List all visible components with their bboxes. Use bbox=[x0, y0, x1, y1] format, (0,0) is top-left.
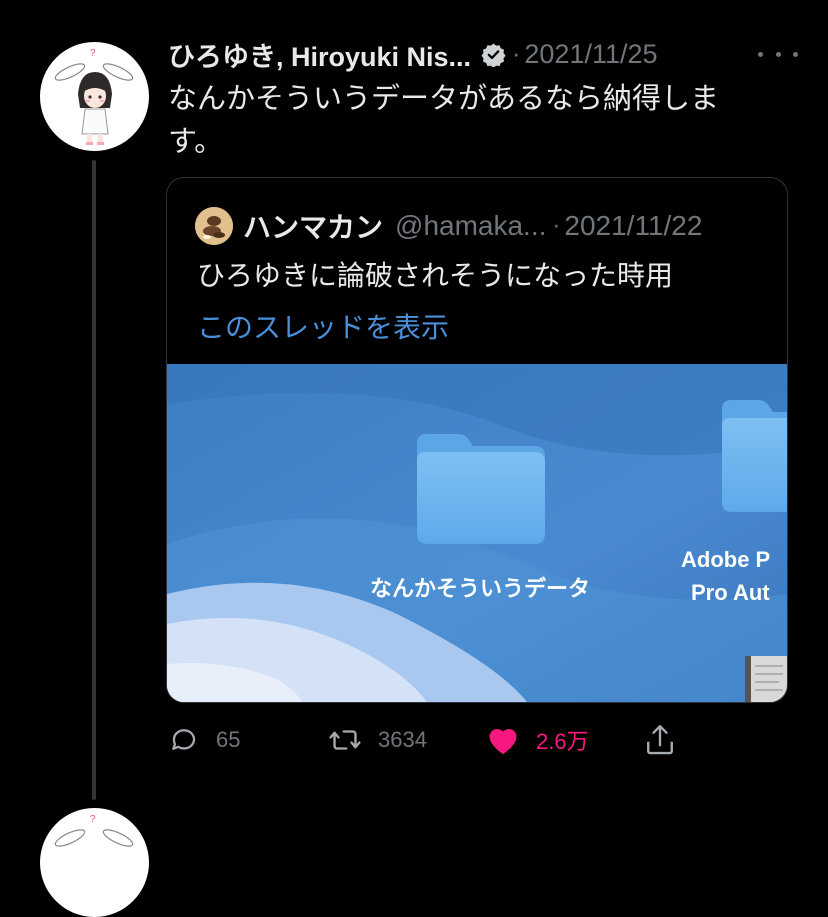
author-name[interactable]: ひろゆき, Hiroyuki Nis... bbox=[168, 35, 471, 74]
tweet-date[interactable]: 2021/11/25 bbox=[524, 39, 657, 70]
quoted-tweet[interactable]: ハンマカン @hamaka... · 2021/11/22 ひろゆきに論破されそ… bbox=[166, 177, 788, 703]
quoted-tweet-header: ハンマカン @hamaka... · 2021/11/22 bbox=[195, 206, 775, 246]
desktop-screenshot: なんかそういうデータ Adobe P Pro Aut bbox=[167, 364, 787, 702]
avatar-illustration: ? bbox=[54, 814, 134, 847]
quoted-author-handle[interactable]: @hamaka... bbox=[395, 210, 546, 242]
tweet-header: ひろゆき, Hiroyuki Nis... · 2021/11/25 bbox=[168, 36, 788, 72]
tweet-text: なんかそういうデータがあるなら納得しま す。 bbox=[168, 83, 720, 158]
quoted-header-separator: · bbox=[552, 212, 561, 239]
quoted-avatar bbox=[195, 207, 233, 245]
retweet-icon bbox=[329, 730, 361, 750]
reply-icon bbox=[172, 729, 196, 750]
document-thumbnail bbox=[745, 656, 787, 702]
quoted-author-name[interactable]: ハンマカン bbox=[243, 206, 383, 246]
next-tweet-avatar[interactable]: ? bbox=[40, 808, 149, 917]
reply-button[interactable]: 65 bbox=[168, 720, 240, 760]
header-separator: · bbox=[512, 39, 521, 68]
more-icon[interactable] bbox=[758, 40, 798, 68]
thread-line bbox=[92, 160, 96, 800]
folder2-label-line1: Adobe P bbox=[681, 547, 770, 572]
show-thread-link[interactable]: このスレッドを表示 bbox=[197, 308, 449, 348]
share-icon bbox=[647, 725, 673, 755]
retweet-button[interactable]: 3634 bbox=[328, 720, 427, 760]
folder2-label-line2: Pro Aut bbox=[691, 580, 770, 605]
share-button[interactable] bbox=[644, 720, 692, 760]
avatar-illustration: ? bbox=[54, 48, 134, 145]
quoted-tweet-image[interactable]: なんかそういうデータ Adobe P Pro Aut bbox=[167, 364, 787, 702]
like-icon bbox=[489, 728, 517, 755]
reply-count: 65 bbox=[216, 727, 241, 752]
svg-text:?: ? bbox=[90, 48, 96, 59]
folder1-label: なんかそういうデータ bbox=[370, 576, 590, 601]
quoted-tweet-text: ひろゆきに論破されそうになった時用 bbox=[197, 260, 674, 291]
svg-text:?: ? bbox=[90, 814, 96, 825]
verified-icon bbox=[481, 43, 506, 67]
tweet-actions: 65 3634 2.6万 bbox=[168, 720, 788, 760]
like-count: 2.6万 bbox=[536, 729, 589, 754]
folder-icon bbox=[417, 434, 545, 544]
avatar[interactable]: ? bbox=[40, 42, 149, 151]
folder-icon bbox=[722, 400, 787, 512]
like-button[interactable]: 2.6万 bbox=[486, 720, 589, 760]
retweet-count: 3634 bbox=[378, 727, 427, 752]
quoted-tweet-date[interactable]: 2021/11/22 bbox=[564, 210, 702, 242]
